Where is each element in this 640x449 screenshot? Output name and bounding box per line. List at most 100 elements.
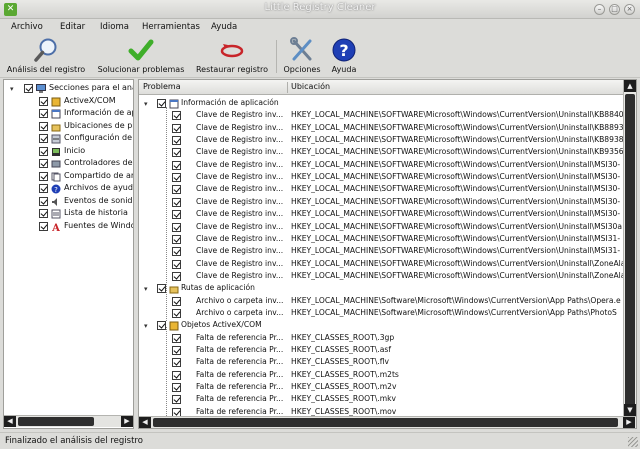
table-row[interactable]: Clave de Registro inv... HKEY_LOCAL_MACHI… bbox=[139, 234, 623, 246]
scroll-thumb[interactable] bbox=[153, 418, 618, 427]
minimize-button[interactable]: – bbox=[594, 4, 605, 15]
scroll-left-arrow-icon[interactable]: ◀ bbox=[139, 417, 151, 428]
table-row[interactable]: Clave de Registro inv... HKEY_LOCAL_MACHI… bbox=[139, 209, 623, 221]
column-problem[interactable]: Problema bbox=[143, 82, 181, 91]
menu-editar[interactable]: Editar bbox=[60, 22, 85, 32]
table-row[interactable]: Falta de referencia Pr... HKEY_CLASSES_RO… bbox=[139, 345, 623, 357]
section-checkbox[interactable] bbox=[39, 221, 48, 231]
column-divider[interactable] bbox=[287, 82, 288, 93]
menu-archivo[interactable]: Archivo bbox=[11, 22, 43, 32]
row-checkbox[interactable] bbox=[172, 308, 181, 318]
row-checkbox[interactable] bbox=[172, 111, 181, 121]
row-checkbox[interactable] bbox=[172, 383, 181, 393]
table-row[interactable]: Falta de referencia Pr... HKEY_CLASSES_RO… bbox=[139, 370, 623, 382]
table-row[interactable]: Clave de Registro inv... HKEY_LOCAL_MACHI… bbox=[139, 160, 623, 172]
table-row[interactable]: Clave de Registro inv... HKEY_LOCAL_MACHI… bbox=[139, 123, 623, 135]
row-checkbox[interactable] bbox=[172, 160, 181, 170]
collapse-arrow-icon[interactable]: ▾ bbox=[10, 85, 18, 93]
section-checkbox[interactable] bbox=[39, 109, 48, 118]
section-checkbox[interactable] bbox=[39, 171, 48, 181]
group-row[interactable]: ▾ Objetos ActiveX/COM bbox=[139, 320, 623, 332]
row-checkbox[interactable] bbox=[172, 259, 181, 269]
table-row[interactable]: Clave de Registro inv... HKEY_LOCAL_MACHI… bbox=[139, 147, 623, 159]
row-checkbox[interactable] bbox=[172, 407, 181, 416]
scroll-thumb[interactable] bbox=[18, 417, 94, 426]
collapse-arrow-icon[interactable]: ▾ bbox=[144, 285, 152, 293]
restore-registry-button[interactable]: Restaurar registro bbox=[193, 36, 271, 76]
row-checkbox[interactable] bbox=[172, 271, 181, 281]
table-row[interactable]: Archivo o carpeta inv... HKEY_LOCAL_MACHI… bbox=[139, 308, 623, 320]
tree-horizontal-scrollbar[interactable]: ◀ ▶ bbox=[4, 415, 133, 427]
maximize-button[interactable]: □ bbox=[609, 4, 620, 15]
table-row[interactable]: Clave de Registro inv... HKEY_LOCAL_MACHI… bbox=[139, 197, 623, 209]
grid-vertical-scrollbar[interactable]: ▲ ▼ bbox=[623, 80, 636, 416]
table-row[interactable]: Falta de referencia Pr... HKEY_CLASSES_RO… bbox=[139, 333, 623, 345]
scroll-down-arrow-icon[interactable]: ▼ bbox=[624, 404, 636, 416]
row-checkbox[interactable] bbox=[172, 296, 181, 306]
row-checkbox[interactable] bbox=[172, 173, 181, 183]
table-row[interactable]: Clave de Registro inv... HKEY_LOCAL_MACHI… bbox=[139, 271, 623, 283]
group-row[interactable]: ▾ Rutas de aplicación bbox=[139, 283, 623, 295]
table-row[interactable]: Archivo o carpeta inv... HKEY_LOCAL_MACHI… bbox=[139, 296, 623, 308]
results-grid[interactable]: Problema Ubicación ▾ Información de aplic… bbox=[138, 79, 637, 429]
grid-horizontal-scrollbar[interactable]: ◀ ▶ bbox=[139, 416, 636, 428]
row-checkbox[interactable] bbox=[172, 136, 181, 146]
scan-registry-button[interactable]: Análisis del registro bbox=[3, 36, 89, 76]
section-checkbox[interactable] bbox=[39, 146, 48, 156]
table-row[interactable]: Falta de referencia Pr... HKEY_CLASSES_RO… bbox=[139, 394, 623, 406]
section-checkbox[interactable] bbox=[39, 96, 48, 106]
scroll-thumb[interactable] bbox=[625, 94, 635, 410]
group-checkbox[interactable] bbox=[157, 284, 166, 294]
table-row[interactable]: Clave de Registro inv... HKEY_LOCAL_MACHI… bbox=[139, 259, 623, 271]
group-checkbox[interactable] bbox=[157, 99, 166, 108]
table-row[interactable]: Falta de referencia Pr... HKEY_CLASSES_RO… bbox=[139, 357, 623, 369]
row-checkbox[interactable] bbox=[172, 333, 181, 343]
row-checkbox[interactable] bbox=[172, 148, 181, 158]
section-checkbox[interactable] bbox=[39, 196, 48, 206]
scroll-right-arrow-icon[interactable]: ▶ bbox=[121, 416, 133, 427]
scroll-right-arrow-icon[interactable]: ▶ bbox=[623, 417, 635, 428]
scroll-up-arrow-icon[interactable]: ▲ bbox=[624, 80, 636, 92]
group-checkbox[interactable] bbox=[157, 321, 166, 331]
collapse-arrow-icon[interactable]: ▾ bbox=[144, 100, 152, 108]
row-checkbox[interactable] bbox=[172, 346, 181, 355]
row-checkbox[interactable] bbox=[172, 234, 181, 244]
menu-idioma[interactable]: Idioma bbox=[100, 22, 129, 32]
table-row[interactable]: Clave de Registro inv... HKEY_LOCAL_MACHI… bbox=[139, 110, 623, 122]
collapse-arrow-icon[interactable]: ▾ bbox=[144, 322, 152, 330]
options-button[interactable]: Opciones bbox=[281, 36, 323, 76]
menu-herramientas[interactable]: Herramientas bbox=[142, 22, 200, 32]
table-row[interactable]: Clave de Registro inv... HKEY_LOCAL_MACHI… bbox=[139, 135, 623, 147]
row-checkbox[interactable] bbox=[172, 395, 181, 405]
section-checkbox[interactable] bbox=[39, 184, 48, 193]
section-checkbox[interactable] bbox=[39, 134, 48, 143]
title-bar[interactable]: ✕ Little Registry Cleaner – □ × bbox=[0, 0, 640, 19]
row-checkbox[interactable] bbox=[172, 123, 181, 133]
row-checkbox[interactable] bbox=[172, 222, 181, 232]
close-button[interactable]: × bbox=[624, 4, 635, 15]
group-row[interactable]: ▾ Información de aplicación bbox=[139, 98, 623, 110]
table-row[interactable]: Falta de referencia Pr... HKEY_CLASSES_RO… bbox=[139, 382, 623, 394]
section-checkbox[interactable] bbox=[39, 159, 48, 168]
table-row[interactable]: Clave de Registro inv... HKEY_LOCAL_MACHI… bbox=[139, 222, 623, 234]
row-checkbox[interactable] bbox=[172, 358, 181, 368]
row-checkbox[interactable] bbox=[172, 185, 181, 195]
menu-ayuda[interactable]: Ayuda bbox=[211, 22, 237, 32]
sections-tree[interactable]: ▾ Secciones para el análisis ActiveX/COM… bbox=[3, 79, 134, 429]
row-checkbox[interactable] bbox=[172, 197, 181, 207]
column-location[interactable]: Ubicación bbox=[291, 82, 330, 91]
resize-grip-icon[interactable] bbox=[628, 437, 638, 447]
section-checkbox[interactable] bbox=[39, 209, 48, 218]
fix-problems-button[interactable]: Solucionar problemas bbox=[93, 36, 189, 76]
table-row[interactable]: Clave de Registro inv... HKEY_LOCAL_MACHI… bbox=[139, 246, 623, 258]
row-checkbox[interactable] bbox=[172, 370, 181, 380]
table-row[interactable]: Falta de referencia Pr... HKEY_CLASSES_RO… bbox=[139, 407, 623, 416]
row-checkbox[interactable] bbox=[172, 247, 181, 257]
section-checkbox[interactable] bbox=[39, 121, 48, 131]
root-checkbox[interactable] bbox=[24, 84, 33, 93]
scroll-left-arrow-icon[interactable]: ◀ bbox=[4, 416, 16, 427]
help-button[interactable]: ? Ayuda bbox=[327, 36, 361, 76]
table-row[interactable]: Clave de Registro inv... HKEY_LOCAL_MACHI… bbox=[139, 172, 623, 184]
row-checkbox[interactable] bbox=[172, 210, 181, 220]
table-row[interactable]: Clave de Registro inv... HKEY_LOCAL_MACHI… bbox=[139, 184, 623, 196]
